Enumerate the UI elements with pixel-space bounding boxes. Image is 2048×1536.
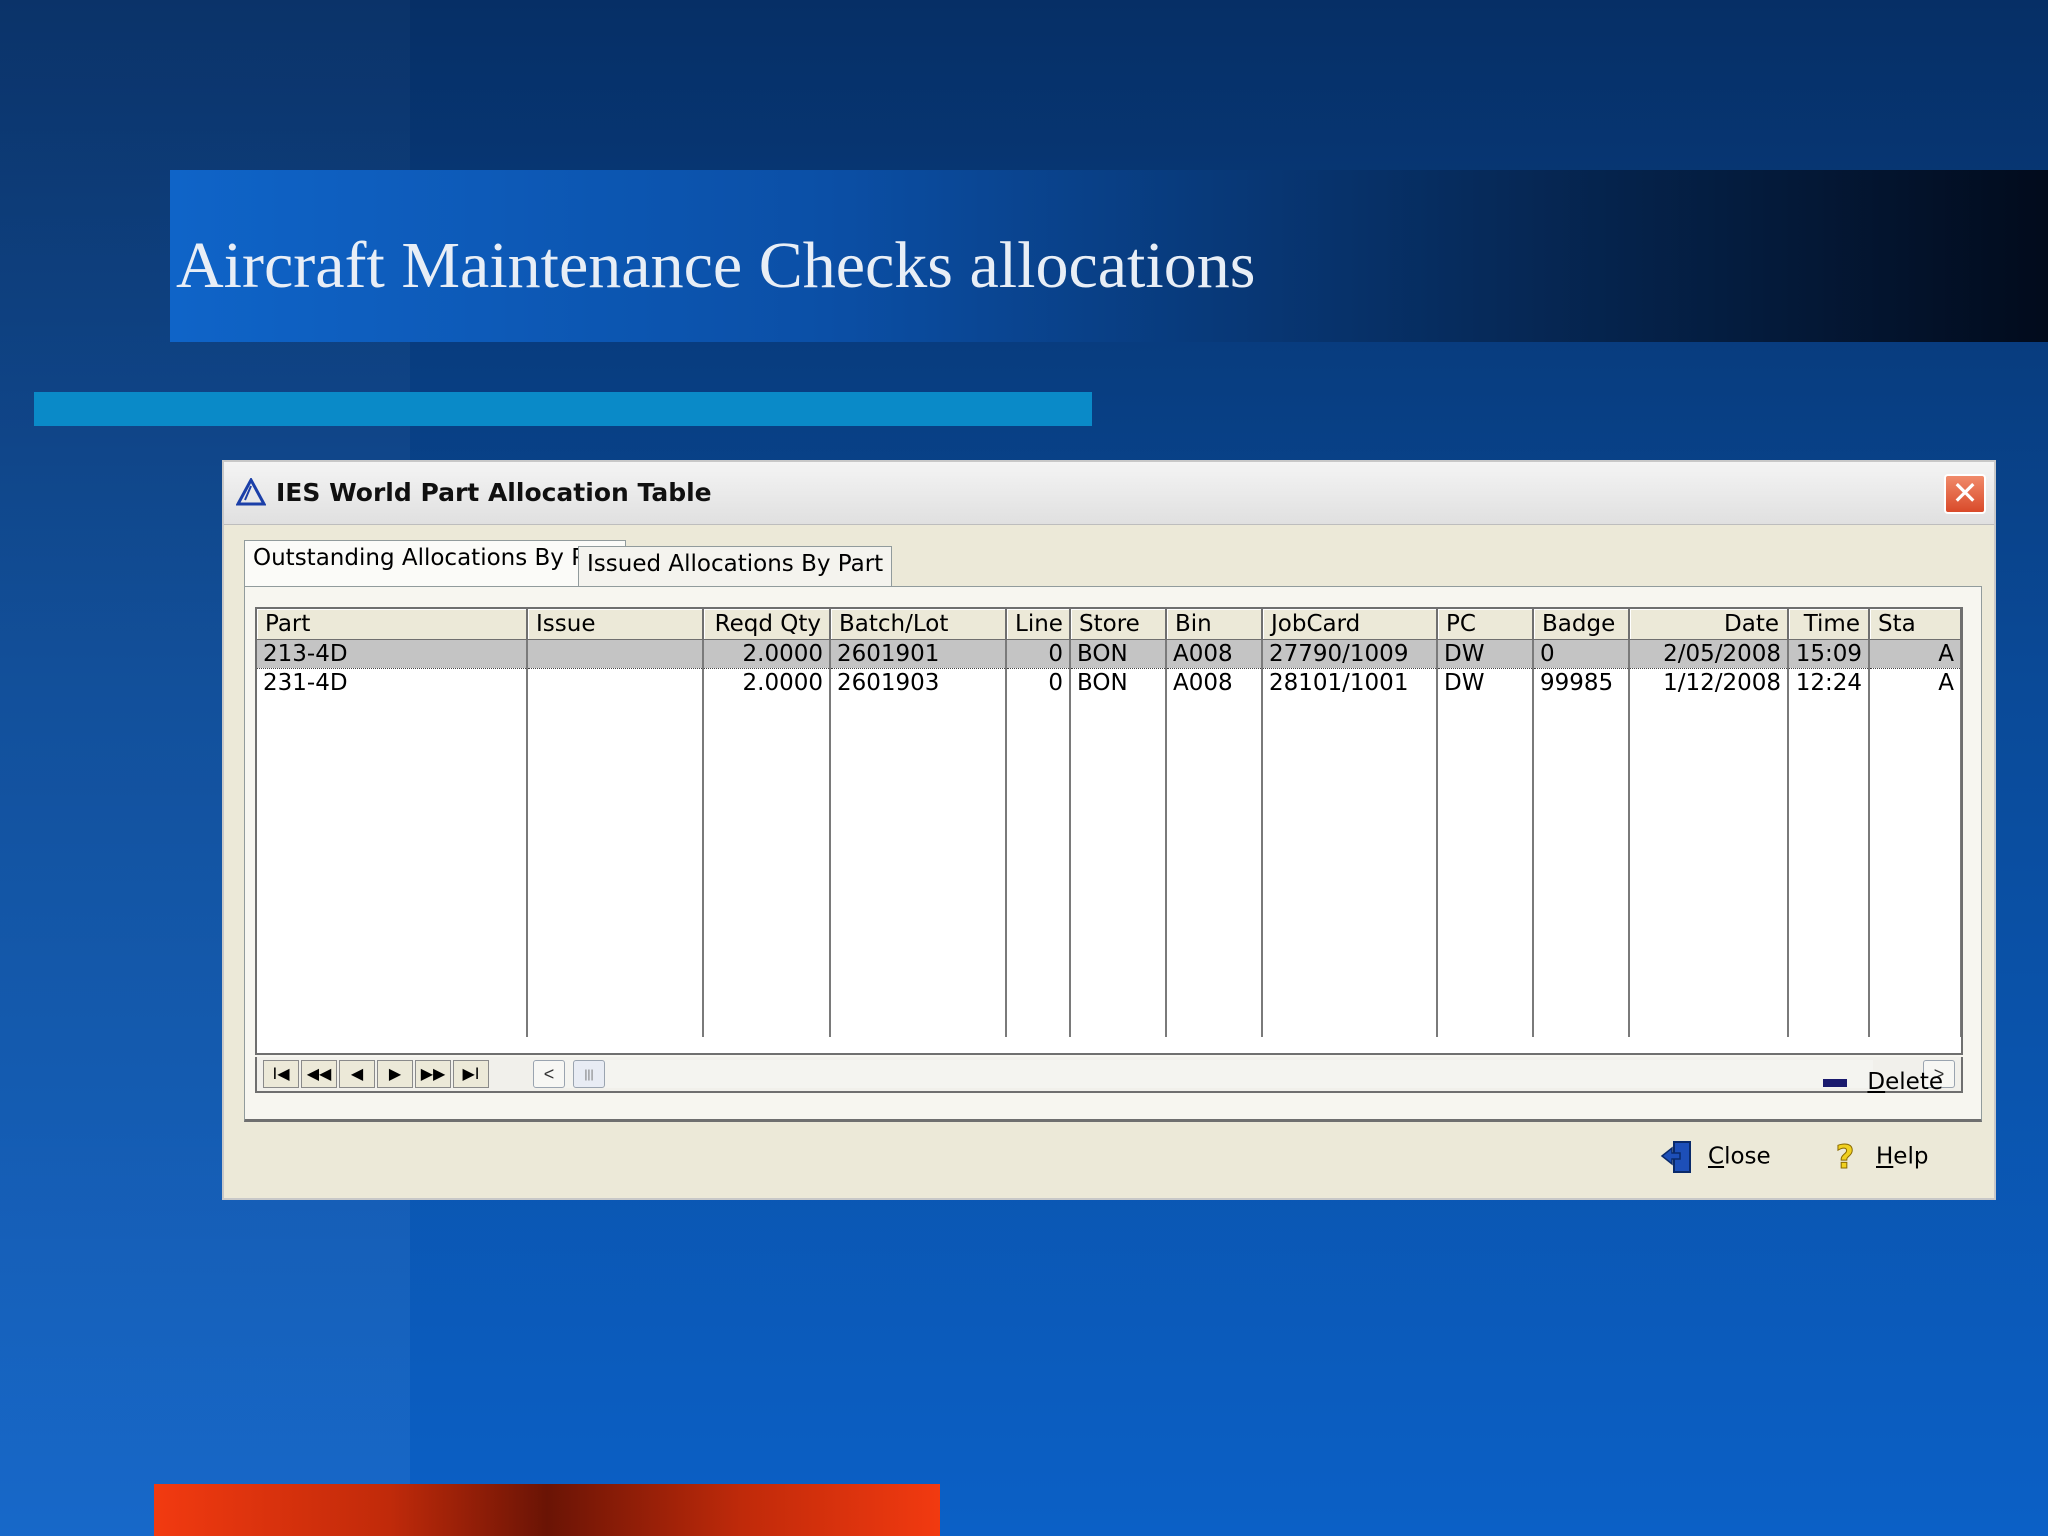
- cell-part: 231-4D: [257, 668, 528, 697]
- cell-date: 1/12/2008: [1629, 668, 1789, 697]
- column-header-part[interactable]: Part: [257, 609, 528, 640]
- cell-bin: A008: [1166, 668, 1263, 697]
- svg-text:?: ?: [1836, 1138, 1855, 1176]
- slide-title: Aircraft Maintenance Checks allocations: [176, 229, 1256, 302]
- column-header-reqd-qty[interactable]: Reqd Qty: [703, 609, 831, 640]
- column-header-batch-lot[interactable]: Batch/Lot: [830, 609, 1007, 640]
- ies-logo-icon: [236, 478, 266, 506]
- table-row[interactable]: 213-4D 2.0000 2601901 0 BON A008 27790/1…: [257, 639, 1961, 669]
- help-button[interactable]: ? Help: [1828, 1138, 1928, 1178]
- column-header-issue[interactable]: Issue: [527, 609, 704, 640]
- column-header-pc[interactable]: PC: [1437, 609, 1534, 640]
- tab-outstanding-allocations[interactable]: Outstanding Allocations By Part: [244, 540, 626, 588]
- column-header-store[interactable]: Store: [1070, 609, 1167, 640]
- cell-part: 213-4D: [257, 639, 528, 669]
- table-row[interactable]: 231-4D 2.0000 2601903 0 BON A008 28101/1…: [257, 668, 1961, 697]
- column-header-bin[interactable]: Bin: [1166, 609, 1263, 640]
- tab-issued-allocations[interactable]: Issued Allocations By Part: [578, 546, 893, 588]
- close-button[interactable]: Close: [1660, 1138, 1771, 1178]
- column-header-sta[interactable]: Sta: [1869, 609, 1961, 640]
- allocation-grid[interactable]: Part Issue Reqd Qty Batch/Lot Line Store…: [255, 607, 1963, 1055]
- previous-page-button[interactable]: ◀◀: [301, 1060, 337, 1088]
- cell-line: 0: [1006, 639, 1071, 669]
- close-label: lose: [1724, 1143, 1771, 1170]
- next-record-button[interactable]: ▶: [377, 1060, 413, 1088]
- cell-pc: DW: [1437, 639, 1534, 669]
- cell-issue: [527, 668, 704, 697]
- cell-batch-lot: 2601901: [830, 639, 1007, 669]
- column-header-time[interactable]: Time: [1788, 609, 1870, 640]
- cell-issue: [527, 639, 704, 669]
- delete-label: elete: [1885, 1069, 1943, 1095]
- window-titlebar[interactable]: IES World Part Allocation Table ✕: [224, 462, 1994, 525]
- next-page-button[interactable]: ▶▶: [415, 1060, 451, 1088]
- close-label-accesskey: C: [1708, 1143, 1725, 1170]
- cell-date: 2/05/2008: [1629, 639, 1789, 669]
- exit-door-icon: [1660, 1141, 1691, 1173]
- cell-badge: 99985: [1533, 668, 1630, 697]
- help-label-accesskey: H: [1876, 1143, 1894, 1170]
- last-record-button[interactable]: ▶I: [453, 1060, 489, 1088]
- help-label: elp: [1893, 1143, 1929, 1170]
- cell-time: 15:09: [1788, 639, 1870, 669]
- cell-reqd-qty: 2.0000: [703, 639, 831, 669]
- scroll-left-button[interactable]: <: [533, 1060, 565, 1088]
- column-header-line[interactable]: Line: [1006, 609, 1071, 640]
- cell-bin: A008: [1166, 639, 1263, 669]
- part-allocation-window: IES World Part Allocation Table ✕ Outsta…: [222, 460, 1996, 1200]
- horizontal-scrollbar-thumb[interactable]: |||: [573, 1060, 605, 1088]
- window-title: IES World Part Allocation Table: [276, 478, 712, 507]
- cell-jobcard: 27790/1009: [1262, 639, 1438, 669]
- window-close-button[interactable]: ✕: [1944, 474, 1986, 514]
- record-navigator: I◀ ◀◀ ◀ ▶ ▶▶ ▶I < ||| >: [255, 1057, 1963, 1093]
- delete-label-accesskey: D: [1867, 1069, 1886, 1095]
- cell-time: 12:24: [1788, 668, 1870, 697]
- cell-sta: A: [1869, 639, 1961, 669]
- cell-reqd-qty: 2.0000: [703, 668, 831, 697]
- delete-button[interactable]: Delete: [1823, 1069, 1943, 1101]
- horizontal-scrollbar-track[interactable]: [533, 1060, 1873, 1088]
- empty-grid-area: [257, 697, 1961, 1037]
- cell-batch-lot: 2601903: [830, 668, 1007, 697]
- cell-sta: A: [1869, 668, 1961, 697]
- cell-line: 0: [1006, 668, 1071, 697]
- column-header-jobcard[interactable]: JobCard: [1262, 609, 1438, 640]
- allocation-table: Part Issue Reqd Qty Batch/Lot Line Store…: [257, 609, 1961, 1037]
- minus-icon: [1823, 1078, 1848, 1087]
- cell-jobcard: 28101/1001: [1262, 668, 1438, 697]
- cell-badge: 0: [1533, 639, 1630, 669]
- accent-bar-cyan: [34, 392, 1092, 426]
- tab-panel: Part Issue Reqd Qty Batch/Lot Line Store…: [244, 586, 1982, 1122]
- cell-pc: DW: [1437, 668, 1534, 697]
- previous-record-button[interactable]: ◀: [339, 1060, 375, 1088]
- first-record-button[interactable]: I◀: [263, 1060, 299, 1088]
- table-header-row: Part Issue Reqd Qty Batch/Lot Line Store…: [257, 609, 1961, 640]
- help-question-icon: ?: [1835, 1138, 1855, 1177]
- column-header-badge[interactable]: Badge: [1533, 609, 1630, 640]
- accent-bar-red: [154, 1484, 940, 1536]
- column-header-date[interactable]: Date: [1629, 609, 1789, 640]
- cell-store: BON: [1070, 668, 1167, 697]
- cell-store: BON: [1070, 639, 1167, 669]
